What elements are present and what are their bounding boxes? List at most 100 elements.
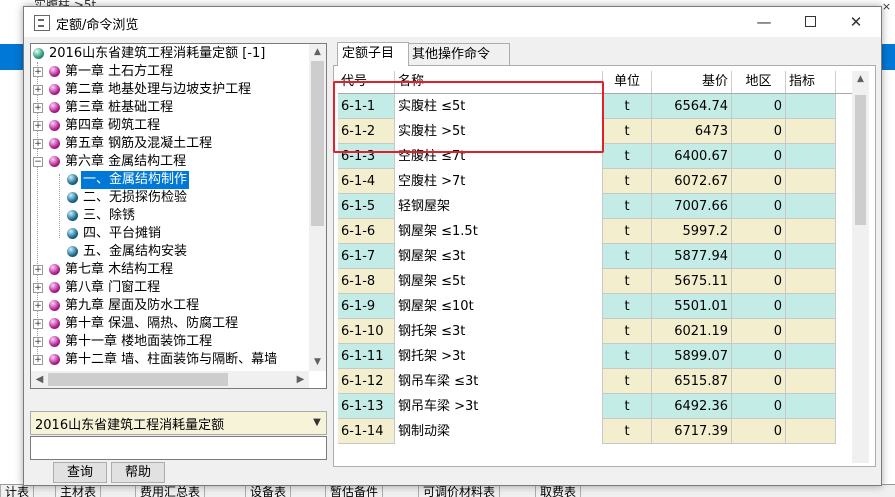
cell-name[interactable]: 轻钢屋架 — [395, 194, 603, 219]
cell-indicator[interactable] — [786, 194, 836, 219]
table-row[interactable]: 6-1-12 钢吊车梁 ≤3t t 6515.87 0 — [338, 369, 836, 394]
cell-unit[interactable]: t — [603, 194, 652, 219]
cell-region[interactable]: 0 — [732, 344, 786, 369]
cell-unit[interactable]: t — [603, 144, 652, 169]
cell-unit[interactable]: t — [603, 419, 652, 444]
cell-indicator[interactable] — [786, 119, 836, 144]
table-row[interactable]: 6-1-6 钢屋架 ≤1.5t t 5997.2 0 — [338, 219, 836, 244]
help-button[interactable]: 帮助 — [111, 462, 165, 483]
maximize-button[interactable] — [787, 7, 833, 37]
cell-base-price[interactable]: 5501.01 — [652, 294, 732, 319]
cell-code[interactable]: 6-1-10 — [338, 319, 395, 344]
cell-code[interactable]: 6-1-8 — [338, 269, 395, 294]
cell-name[interactable]: 钢制动梁 — [395, 419, 603, 444]
cell-code[interactable]: 6-1-11 — [338, 344, 395, 369]
cell-code[interactable]: 6-1-14 — [338, 419, 395, 444]
tree-horizontal-scrollbar[interactable]: ◀ ▶ — [31, 371, 309, 388]
minimize-button[interactable]: — — [741, 7, 787, 37]
cell-code[interactable]: 6-1-12 — [338, 369, 395, 394]
grid-vertical-scrollbar[interactable]: ▲ — [852, 71, 869, 463]
cell-name[interactable]: 钢托架 ≤3t — [395, 319, 603, 344]
cell-region[interactable]: 0 — [732, 394, 786, 419]
expand-icon[interactable]: + — [33, 139, 43, 149]
cell-region[interactable]: 0 — [732, 94, 786, 119]
cell-base-price[interactable]: 6564.74 — [652, 94, 732, 119]
cell-base-price[interactable]: 5997.2 — [652, 219, 732, 244]
cell-indicator[interactable] — [786, 369, 836, 394]
table-row[interactable]: 6-1-13 钢吊车梁 >3t t 6492.36 0 — [338, 394, 836, 419]
scroll-thumb[interactable] — [311, 61, 324, 226]
column-header-base-price[interactable]: 基价 — [652, 71, 732, 93]
cell-indicator[interactable] — [786, 294, 836, 319]
table-row[interactable]: 6-1-8 钢屋架 ≤5t t 5675.11 0 — [338, 269, 836, 294]
cell-base-price[interactable]: 5877.94 — [652, 244, 732, 269]
cell-unit[interactable]: t — [603, 319, 652, 344]
cell-region[interactable]: 0 — [732, 169, 786, 194]
cell-name[interactable]: 钢屋架 ≤3t — [395, 244, 603, 269]
cell-base-price[interactable]: 6473 — [652, 119, 732, 144]
cell-region[interactable]: 0 — [732, 369, 786, 394]
cell-region[interactable]: 0 — [732, 319, 786, 344]
expand-icon[interactable]: + — [33, 319, 43, 329]
expand-icon[interactable]: + — [33, 265, 43, 275]
cell-unit[interactable]: t — [603, 169, 652, 194]
expand-icon[interactable]: + — [33, 103, 43, 113]
cell-indicator[interactable] — [786, 319, 836, 344]
chevron-down-icon[interactable]: ▼ — [308, 412, 326, 434]
cell-code[interactable]: 6-1-7 — [338, 244, 395, 269]
table-row[interactable]: 6-1-7 钢屋架 ≤3t t 5877.94 0 — [338, 244, 836, 269]
cell-unit[interactable]: t — [603, 394, 652, 419]
table-row[interactable]: 6-1-9 钢屋架 ≤10t t 5501.01 0 — [338, 294, 836, 319]
cell-indicator[interactable] — [786, 144, 836, 169]
cell-indicator[interactable] — [786, 394, 836, 419]
cell-code[interactable]: 6-1-13 — [338, 394, 395, 419]
cell-unit[interactable]: t — [603, 294, 652, 319]
cell-base-price[interactable]: 5899.07 — [652, 344, 732, 369]
cell-region[interactable]: 0 — [732, 244, 786, 269]
cell-name[interactable]: 钢托架 >3t — [395, 344, 603, 369]
query-button[interactable]: 查询 — [53, 462, 107, 483]
cell-unit[interactable]: t — [603, 94, 652, 119]
table-row[interactable]: 6-1-5 轻钢屋架 t 7007.66 0 — [338, 194, 836, 219]
cell-code[interactable]: 6-1-5 — [338, 194, 395, 219]
cell-name[interactable]: 钢屋架 ≤1.5t — [395, 219, 603, 244]
cell-code[interactable]: 6-1-6 — [338, 219, 395, 244]
tab-other-commands[interactable]: 其他操作命令 — [407, 43, 510, 65]
quota-library-select[interactable]: 2016山东省建筑工程消耗量定额 ▼ — [30, 411, 327, 435]
cell-indicator[interactable] — [786, 344, 836, 369]
cell-unit[interactable]: t — [603, 269, 652, 294]
close-button[interactable]: ✕ — [833, 7, 879, 37]
dialog-titlebar[interactable]: 定额/命令浏览 — ✕ — [24, 7, 881, 37]
cell-unit[interactable]: t — [603, 369, 652, 394]
scroll-right-icon[interactable]: ▶ — [292, 371, 309, 388]
expand-icon[interactable]: + — [33, 301, 43, 311]
expand-icon[interactable]: + — [33, 355, 43, 365]
cell-base-price[interactable]: 6515.87 — [652, 369, 732, 394]
cell-indicator[interactable] — [786, 94, 836, 119]
cell-base-price[interactable]: 6021.19 — [652, 319, 732, 344]
scroll-thumb[interactable] — [48, 373, 228, 386]
expand-icon[interactable]: + — [33, 121, 43, 131]
cell-base-price[interactable]: 6400.67 — [652, 144, 732, 169]
cell-unit[interactable]: t — [603, 344, 652, 369]
tab-quota-items[interactable]: 定额子目 — [337, 42, 409, 66]
cell-indicator[interactable] — [786, 269, 836, 294]
cell-region[interactable]: 0 — [732, 144, 786, 169]
cell-region[interactable]: 0 — [732, 219, 786, 244]
cell-region[interactable]: 0 — [732, 294, 786, 319]
cell-region[interactable]: 0 — [732, 194, 786, 219]
chapter-tree[interactable]: 2016山东省建筑工程消耗量定额 [-1] + 第一章 土石方工程 + 第二章 … — [30, 43, 327, 389]
expand-icon[interactable]: + — [33, 283, 43, 293]
table-row[interactable]: 6-1-10 钢托架 ≤3t t 6021.19 0 — [338, 319, 836, 344]
expand-icon[interactable]: + — [33, 67, 43, 77]
cell-base-price[interactable]: 7007.66 — [652, 194, 732, 219]
cell-indicator[interactable] — [786, 169, 836, 194]
cell-name[interactable]: 空腹柱 >7t — [395, 169, 603, 194]
cell-code[interactable]: 6-1-9 — [338, 294, 395, 319]
scroll-down-icon[interactable]: ▼ — [309, 354, 326, 371]
cell-unit[interactable]: t — [603, 219, 652, 244]
search-input[interactable] — [30, 436, 327, 460]
column-header-unit[interactable]: 单位 — [603, 71, 652, 93]
cell-region[interactable]: 0 — [732, 419, 786, 444]
collapse-icon[interactable]: − — [33, 157, 43, 167]
